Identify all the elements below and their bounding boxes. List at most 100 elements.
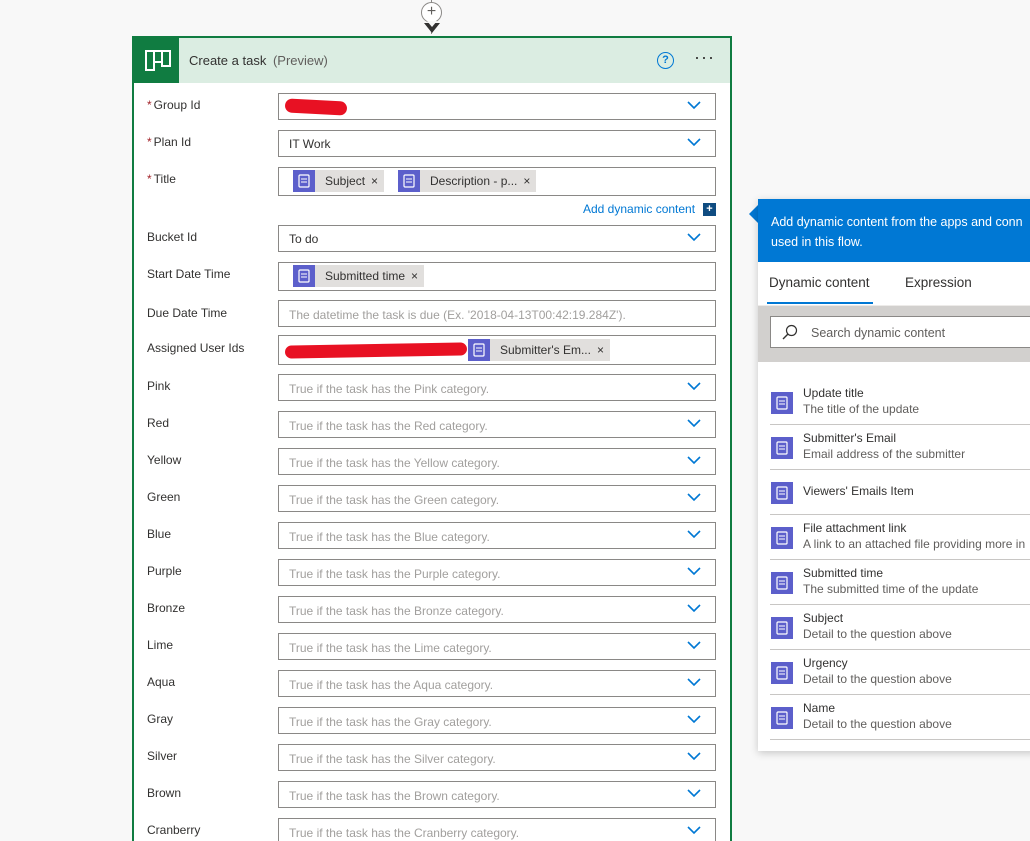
chevron-down-icon[interactable] <box>687 455 701 465</box>
dynamic-content-item[interactable]: Name Detail to the question above <box>770 695 1030 740</box>
panel-tabs: Dynamic content Expression <box>758 262 1030 306</box>
dynamic-content-item[interactable]: Type of request (computer, phone, softw <box>770 740 1030 751</box>
dynamic-content-item[interactable]: Update title The title of the update <box>770 380 1030 425</box>
forms-token-icon <box>771 482 793 504</box>
category-dropdown-cranberry[interactable]: True if the task has the Cranberry categ… <box>278 818 716 841</box>
search-dynamic-content-input[interactable]: Search dynamic content <box>770 316 1030 348</box>
chevron-down-icon[interactable] <box>687 529 701 539</box>
category-dropdown-bronze[interactable]: True if the task has the Bronze category… <box>278 596 716 623</box>
dynamic-item-description: The submitted time of the update <box>803 582 979 596</box>
bucket-id-dropdown[interactable]: To do <box>278 225 716 252</box>
card-preview-label: (Preview) <box>272 53 328 68</box>
panel-header: Add dynamic content from the apps and co… <box>758 199 1030 262</box>
dynamic-content-item[interactable]: Submitted time The submitted time of the … <box>770 560 1030 605</box>
forms-token-icon <box>771 392 793 414</box>
category-placeholder: True if the task has the Lime category. <box>289 641 492 655</box>
more-options-icon[interactable]: ··· <box>694 47 715 68</box>
category-dropdown-green[interactable]: True if the task has the Green category. <box>278 485 716 512</box>
chevron-down-icon[interactable] <box>687 100 701 110</box>
chevron-down-icon[interactable] <box>687 381 701 391</box>
dynamic-content-item[interactable]: File attachment link A link to an attache… <box>770 515 1030 560</box>
category-placeholder: True if the task has the Yellow category… <box>289 456 500 470</box>
plan-id-dropdown[interactable]: IT Work <box>278 130 716 157</box>
dynamic-item-title: Urgency <box>803 656 848 670</box>
category-placeholder: True if the task has the Blue category. <box>289 530 490 544</box>
dynamic-content-item[interactable]: Submitter's Email Email address of the su… <box>770 425 1030 470</box>
bucket-id-value: To do <box>289 232 319 246</box>
group-id-label: * Group Id <box>147 98 201 112</box>
token-remove-icon[interactable]: × <box>597 343 610 357</box>
category-dropdown-purple[interactable]: True if the task has the Purple category… <box>278 559 716 586</box>
chevron-down-icon[interactable] <box>687 232 701 242</box>
chevron-down-icon[interactable] <box>687 137 701 147</box>
start-date-input[interactable]: Submitted time × <box>278 262 716 291</box>
chevron-down-icon[interactable] <box>687 714 701 724</box>
forms-token-icon <box>293 265 315 287</box>
token-submitters-email[interactable]: Submitter's Em... × <box>468 339 610 361</box>
add-dynamic-content-link[interactable]: Add dynamic content <box>583 202 695 216</box>
category-dropdown-yellow[interactable]: True if the task has the Yellow category… <box>278 448 716 475</box>
planner-icon <box>134 38 179 83</box>
category-placeholder: True if the task has the Gray category. <box>289 715 492 729</box>
category-dropdown-silver[interactable]: True if the task has the Silver category… <box>278 744 716 771</box>
panel-caret <box>749 205 758 223</box>
dynamic-item-description: Detail to the question above <box>803 627 952 641</box>
start-date-label: Start Date Time <box>147 267 231 281</box>
chevron-down-icon[interactable] <box>687 677 701 687</box>
due-date-input[interactable]: The datetime the task is due (Ex. '2018-… <box>278 300 716 327</box>
chevron-down-icon[interactable] <box>687 788 701 798</box>
help-icon[interactable]: ? <box>657 52 674 69</box>
category-label-cranberry: Cranberry <box>147 823 201 837</box>
chevron-down-icon[interactable] <box>687 751 701 761</box>
chevron-down-icon[interactable] <box>687 566 701 576</box>
category-dropdown-pink[interactable]: True if the task has the Pink category. <box>278 374 716 401</box>
category-dropdown-gray[interactable]: True if the task has the Gray category. <box>278 707 716 734</box>
forms-token-icon <box>771 572 793 594</box>
add-step-plus-icon[interactable]: + <box>421 2 442 23</box>
group-id-dropdown[interactable] <box>278 93 716 120</box>
category-label-silver: Silver <box>147 749 178 763</box>
chevron-down-icon[interactable] <box>687 492 701 502</box>
assigned-users-input[interactable]: Submitter's Em... × <box>278 335 716 365</box>
dynamic-content-item[interactable]: Subject Detail to the question above <box>770 605 1030 650</box>
category-dropdown-red[interactable]: True if the task has the Red category. <box>278 411 716 438</box>
dynamic-item-title: Submitter's Email <box>803 431 896 445</box>
token-remove-icon[interactable]: × <box>371 174 384 188</box>
chevron-down-icon[interactable] <box>687 825 701 835</box>
category-dropdown-aqua[interactable]: True if the task has the Aqua category. <box>278 670 716 697</box>
category-placeholder: True if the task has the Pink category. <box>289 382 490 396</box>
category-dropdown-lime[interactable]: True if the task has the Lime category. <box>278 633 716 660</box>
category-label-bronze: Bronze <box>147 601 186 615</box>
token-submitted-time[interactable]: Submitted time × <box>293 265 425 287</box>
dynamic-item-title: Subject <box>803 611 844 625</box>
token-description[interactable]: Description - p... × <box>398 170 537 192</box>
tab-expression[interactable]: Expression <box>905 275 972 290</box>
dynamic-item-title: Submitted time <box>803 566 884 580</box>
category-label-gray: Gray <box>147 712 174 726</box>
category-dropdown-brown[interactable]: True if the task has the Brown category. <box>278 781 716 808</box>
card-title-text: Create a task <box>189 53 267 68</box>
category-dropdown-blue[interactable]: True if the task has the Blue category. <box>278 522 716 549</box>
chevron-down-icon[interactable] <box>687 640 701 650</box>
tab-dynamic-content[interactable]: Dynamic content <box>767 275 873 304</box>
dynamic-item-title: Name <box>803 701 836 715</box>
search-icon <box>782 324 798 343</box>
card-title: Create a task (Preview) <box>189 53 328 68</box>
token-remove-icon[interactable]: × <box>523 174 536 188</box>
dynamic-content-item[interactable]: Urgency Detail to the question above <box>770 650 1030 695</box>
chevron-down-icon[interactable] <box>687 603 701 613</box>
assigned-users-label: Assigned User Ids <box>147 341 245 355</box>
category-label-purple: Purple <box>147 564 182 578</box>
category-label-red: Red <box>147 416 170 430</box>
add-dynamic-content-icon[interactable]: + <box>703 203 716 216</box>
token-subject[interactable]: Subject × <box>293 170 385 192</box>
chevron-down-icon[interactable] <box>687 418 701 428</box>
card-header[interactable]: Create a task (Preview) ? ··· <box>134 38 730 83</box>
plan-id-value: IT Work <box>289 137 331 151</box>
dynamic-item-description: Detail to the question above <box>803 672 952 686</box>
title-input[interactable]: Subject × Description - p... × <box>278 167 716 196</box>
dynamic-content-item[interactable]: Viewers' Emails Item <box>770 470 1030 515</box>
token-remove-icon[interactable]: × <box>411 269 424 283</box>
dynamic-content-panel: Add dynamic content from the apps and co… <box>758 199 1030 751</box>
due-date-label: Due Date Time <box>147 306 228 320</box>
